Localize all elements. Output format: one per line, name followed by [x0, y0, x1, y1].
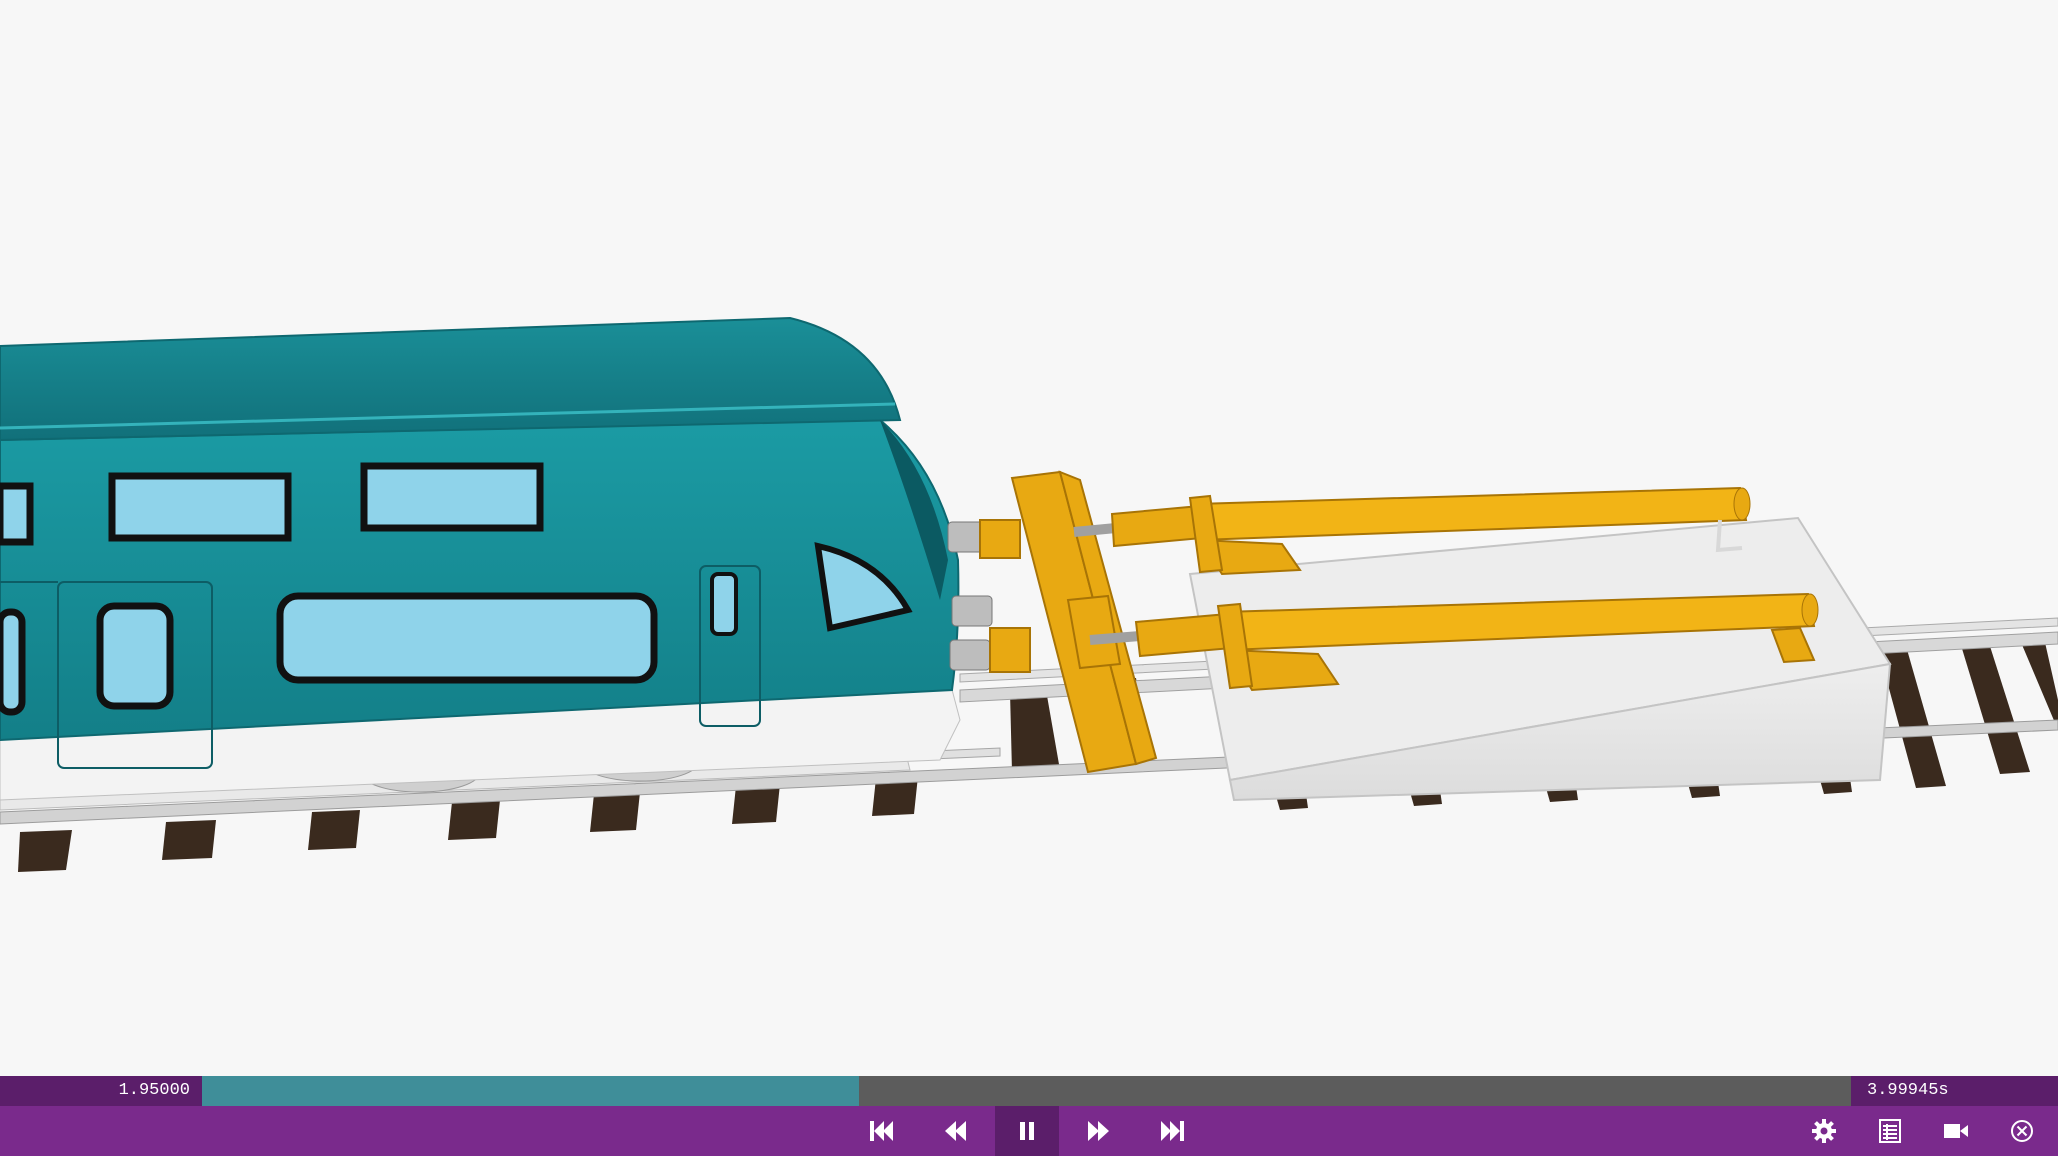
- skip-to-end-button[interactable]: [1144, 1106, 1200, 1156]
- skip-to-start-button[interactable]: [854, 1106, 910, 1156]
- step-forward-icon: [1088, 1121, 1109, 1141]
- table-button[interactable]: [1862, 1106, 1918, 1156]
- close-circle-icon: [2011, 1120, 2033, 1142]
- camera-button[interactable]: [1928, 1106, 1984, 1156]
- train: [0, 316, 993, 811]
- close-button[interactable]: [1994, 1106, 2050, 1156]
- simulation-viewport[interactable]: [0, 0, 2058, 1076]
- gear-icon: [1812, 1119, 1836, 1143]
- step-forward-button[interactable]: [1070, 1106, 1126, 1156]
- timeline-track[interactable]: [202, 1076, 1851, 1106]
- skip-to-end-icon: [1161, 1121, 1184, 1141]
- step-back-button[interactable]: [928, 1106, 984, 1156]
- end-time: 3.99945s: [1851, 1076, 2058, 1106]
- scene-3d: [0, 316, 2058, 872]
- timeline-progress-fill: [202, 1076, 860, 1106]
- camera-icon: [1944, 1124, 1968, 1138]
- pause-icon: [1020, 1122, 1034, 1140]
- step-back-icon: [945, 1121, 966, 1141]
- skip-to-start-icon: [870, 1121, 893, 1141]
- table-icon: [1879, 1119, 1901, 1143]
- playback-controls: [0, 1106, 2058, 1156]
- timeline-bar[interactable]: 1.95000 3.99945s: [0, 1076, 2058, 1106]
- settings-button[interactable]: [1796, 1106, 1852, 1156]
- pause-button[interactable]: [995, 1106, 1059, 1156]
- current-time: 1.95000: [0, 1076, 202, 1106]
